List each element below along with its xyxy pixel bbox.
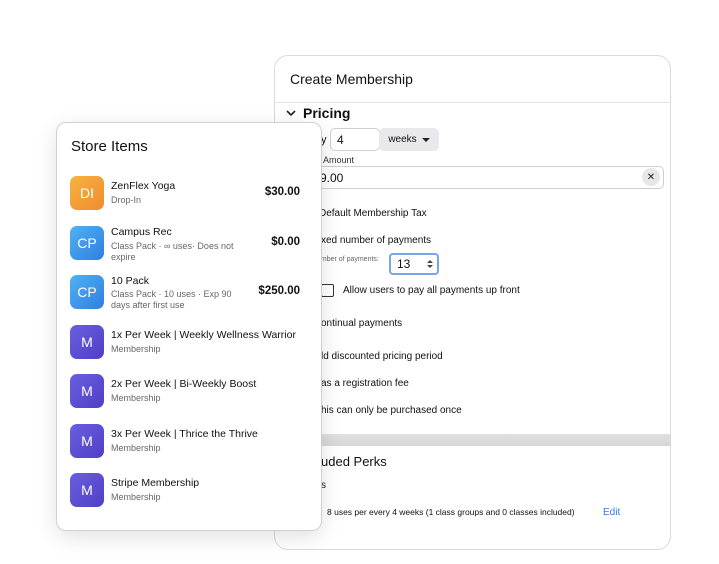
fixed-payments-label[interactable]: xed number of payments [321, 235, 431, 246]
period-value: weeks [388, 134, 417, 145]
edit-perk-link[interactable]: Edit [603, 507, 620, 518]
create-membership-panel: Create Membership Pricing y 4 weeks Amou… [274, 55, 671, 550]
store-item[interactable]: CP Campus Rec Class Pack · ∞ uses· Does … [70, 226, 310, 262]
item-price: $0.00 [271, 236, 300, 248]
item-subtitle: Drop-In [111, 195, 142, 205]
number-of-payments-label: umber of payments: [317, 256, 379, 263]
registration-fee-label[interactable]: as a registration fee [321, 378, 409, 389]
item-name: 1x Per Week | Weekly Wellness Warrior [111, 329, 296, 341]
avatar: CP [70, 226, 104, 260]
default-tax-label[interactable]: Default Membership Tax [319, 208, 427, 219]
interval-input[interactable]: 4 [330, 128, 380, 151]
pricing-section-toggle[interactable]: Pricing [285, 105, 350, 121]
avatar: M [70, 473, 104, 507]
number-of-payments-value: 13 [397, 257, 411, 271]
store-title: Store Items [71, 138, 148, 155]
item-price: $30.00 [264, 186, 300, 198]
item-subtitle: Class Pack · ∞ uses· Does not expire [111, 241, 234, 262]
amount-input[interactable]: 9.00 [313, 166, 664, 189]
interval-value: 4 [337, 132, 344, 147]
stage: Create Membership Pricing y 4 weeks Amou… [0, 0, 719, 564]
item-name: Campus Rec [111, 226, 172, 238]
membership-header: Create Membership [275, 56, 670, 103]
stepper-arrows-icon[interactable] [427, 260, 433, 268]
item-name: 10 Pack [111, 275, 149, 287]
membership-title: Create Membership [290, 71, 413, 87]
amount-label: Amount [323, 155, 355, 165]
item-subtitle: Class Pack · 10 uses · Exp 90 days after… [111, 289, 232, 310]
included-perks-title: uded Perks [321, 454, 387, 469]
item-name: 3x Per Week | Thrice the Thrive [111, 428, 258, 440]
chevron-down-icon [286, 110, 296, 117]
store-items-panel: Store Items DI ZenFlex Yoga Drop-In $30.… [56, 122, 322, 531]
period-select[interactable]: weeks [379, 128, 439, 151]
pay-upfront-checkbox[interactable] [321, 284, 334, 297]
item-subtitle: Membership [111, 492, 161, 502]
pricing-title: Pricing [303, 105, 351, 121]
perk-description: 8 uses per every 4 weeks (1 class groups… [327, 507, 575, 517]
avatar: M [70, 374, 104, 408]
avatar: M [70, 424, 104, 458]
clear-amount-button[interactable]: ✕ [642, 168, 660, 186]
item-price: $250.00 [258, 285, 300, 297]
continual-payments-label[interactable]: ontinual payments [321, 318, 402, 329]
avatar: CP [70, 275, 104, 309]
purchase-once-label[interactable]: his can only be purchased once [321, 405, 462, 416]
store-item[interactable]: CP 10 Pack Class Pack · 10 uses · Exp 90… [70, 275, 310, 310]
item-subtitle: Membership [111, 344, 161, 354]
pay-upfront-label: Allow users to pay all payments up front [343, 285, 520, 296]
store-item[interactable]: M 1x Per Week | Weekly Wellness Warrior … [70, 325, 310, 359]
store-item[interactable]: M 3x Per Week | Thrice the Thrive Member… [70, 424, 310, 458]
avatar: M [70, 325, 104, 359]
discount-period-label[interactable]: ld discounted pricing period [321, 351, 443, 362]
close-icon: ✕ [646, 171, 656, 183]
store-item[interactable]: M Stripe Membership Membership [70, 473, 310, 507]
store-item[interactable]: M 2x Per Week | Bi-Weekly Boost Membersh… [70, 374, 310, 408]
item-name: ZenFlex Yoga [111, 180, 176, 192]
item-subtitle: Membership [111, 393, 161, 403]
caret-down-icon [421, 137, 430, 142]
store-item[interactable]: DI ZenFlex Yoga Drop-In $30.00 [70, 176, 310, 210]
item-name: Stripe Membership [111, 477, 200, 489]
item-subtitle: Membership [111, 443, 161, 453]
amount-value: 9.00 [320, 170, 344, 185]
section-divider [275, 434, 670, 446]
avatar: DI [70, 176, 104, 210]
item-name: 2x Per Week | Bi-Weekly Boost [111, 378, 257, 390]
number-of-payments-stepper[interactable]: 13 [389, 253, 439, 275]
